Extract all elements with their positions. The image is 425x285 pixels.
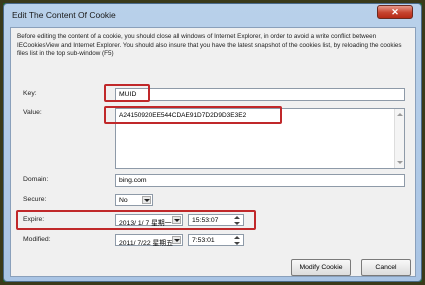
- dialog-body: Before editing the content of a cookie, …: [10, 27, 416, 277]
- modify-cookie-button[interactable]: Modify Cookie: [291, 259, 351, 276]
- domain-field[interactable]: bing.com: [115, 174, 405, 187]
- close-button[interactable]: ✕: [377, 5, 413, 19]
- chevron-down-icon[interactable]: [142, 196, 151, 204]
- chevron-down-icon[interactable]: [172, 236, 181, 244]
- secure-label: Secure:: [23, 196, 47, 203]
- expire-highlight: [16, 210, 256, 230]
- value-highlight: [104, 106, 282, 124]
- modified-date-value: 2011/ 7/22 星期五: [119, 240, 173, 247]
- domain-label: Domain:: [23, 176, 49, 183]
- secure-dropdown[interactable]: No: [115, 194, 153, 206]
- modified-time-value: 7:53:01: [192, 237, 215, 244]
- scroll-up-icon[interactable]: [397, 113, 403, 116]
- value-scrollbar[interactable]: [394, 109, 404, 168]
- window-title: Edit The Content Of Cookie: [12, 10, 116, 20]
- cancel-button[interactable]: Cancel: [361, 259, 411, 276]
- secure-value: No: [119, 197, 128, 204]
- instructions-text: Before editing the content of a cookie, …: [17, 33, 402, 57]
- modified-time-picker[interactable]: 7:53:01: [188, 234, 244, 246]
- key-field[interactable]: MUID: [115, 88, 405, 101]
- time-spinner-icon[interactable]: [233, 236, 242, 245]
- key-label: Key:: [23, 90, 37, 97]
- spin-up-icon[interactable]: [234, 236, 240, 239]
- key-highlight: [104, 84, 150, 102]
- title-bar[interactable]: Edit The Content Of Cookie ✕: [4, 4, 421, 26]
- modified-label: Modified:: [23, 236, 51, 243]
- spin-down-icon[interactable]: [234, 242, 240, 245]
- scroll-down-icon[interactable]: [397, 161, 403, 164]
- edit-cookie-dialog: Edit The Content Of Cookie ✕ Before edit…: [3, 3, 422, 282]
- modified-date-picker[interactable]: 2011/ 7/22 星期五: [115, 234, 183, 247]
- value-label: Value:: [23, 109, 42, 116]
